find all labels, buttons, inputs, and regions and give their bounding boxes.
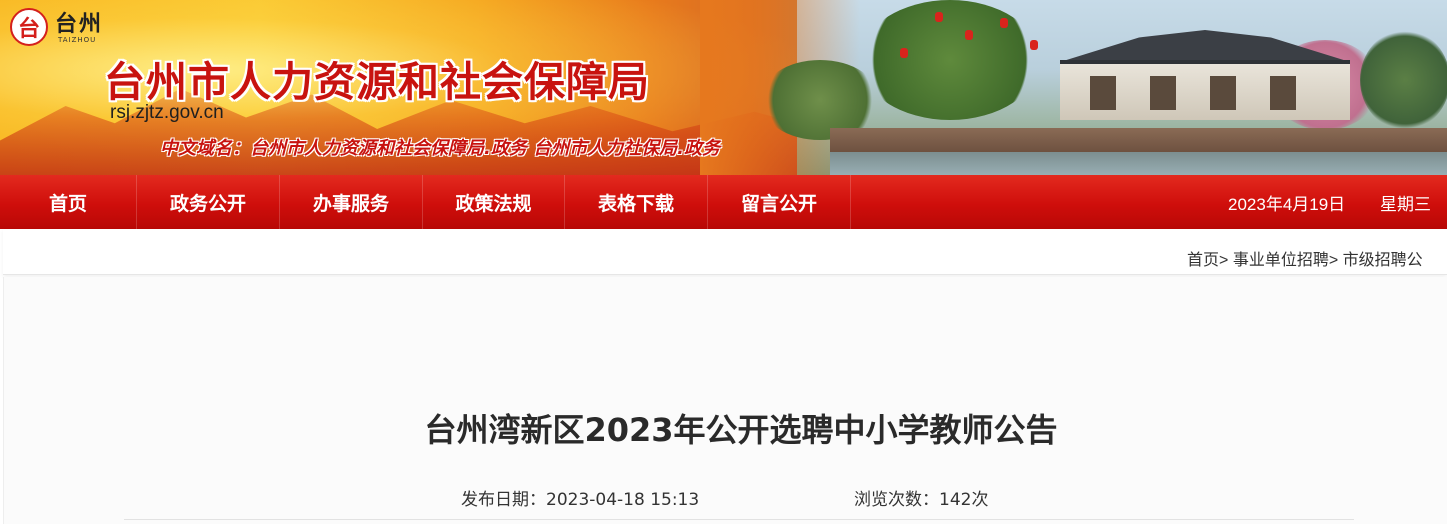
banner-water [830, 152, 1447, 175]
current-date: 2023年4月19日 [1228, 194, 1346, 214]
lantern-decoration [965, 30, 973, 40]
building-wall [1060, 60, 1350, 120]
building-window [1210, 76, 1236, 110]
breadcrumb: 首页> 事业单位招聘> 市级招聘公 [1187, 246, 1423, 270]
building-window [1150, 76, 1176, 110]
lantern-decoration [1000, 18, 1008, 28]
banner-building [1040, 30, 1370, 130]
site-title: 台州市人力资源和社会保障局 [104, 58, 650, 106]
publish-date-label: 发布日期： [461, 490, 546, 510]
lantern-decoration [1030, 40, 1038, 50]
logo-icon[interactable]: 台 [10, 8, 48, 46]
nav-item-messages[interactable]: 留言公开 [708, 175, 851, 229]
breadcrumb-bar: 首页> 事业单位招聘> 市级招聘公 [3, 229, 1447, 275]
publish-date-value: 2023-04-18 15:13 [546, 490, 700, 510]
breadcrumb-home-link[interactable]: 首页 [1187, 252, 1219, 269]
view-count: 浏览次数：142次 [854, 485, 988, 510]
divider [124, 519, 1354, 520]
breadcrumb-city-recruitment-link[interactable]: 市级招聘公 [1343, 252, 1423, 269]
current-weekday: 星期三 [1380, 194, 1431, 214]
lantern-decoration [935, 12, 943, 22]
site-banner: 台 台州 TAIZHOU 台州市人力资源和社会保障局 rsj.zjtz.gov.… [0, 0, 1447, 175]
building-window [1270, 76, 1296, 110]
nav-item-policies[interactable]: 政策法规 [423, 175, 565, 229]
nav-item-home[interactable]: 首页 [0, 175, 137, 229]
article-container: 台州湾新区2023年公开选聘中小学教师公告 发布日期：2023-04-18 15… [3, 277, 1447, 524]
site-url: rsj.zjtz.gov.cn [110, 102, 224, 123]
nav-item-government-affairs[interactable]: 政务公开 [137, 175, 280, 229]
view-count-value: 142次 [939, 490, 989, 510]
main-nav: 首页 政务公开 办事服务 政策法规 表格下载 留言公开 2023年4月19日 星… [0, 175, 1447, 229]
chinese-domain-line: 中文域名：台州市人力资源和社会保障局.政务 台州市人力社保局.政务 [160, 138, 720, 159]
publish-date: 发布日期：2023-04-18 15:13 [461, 485, 699, 510]
logo-text[interactable]: 台州 [55, 6, 103, 38]
article-title: 台州湾新区2023年公开选聘中小学教师公告 [424, 411, 1058, 449]
building-window [1090, 76, 1116, 110]
building-roof [1066, 30, 1344, 60]
banner-pier [830, 128, 1447, 152]
breadcrumb-separator: > [1219, 252, 1229, 269]
view-count-label: 浏览次数： [854, 490, 939, 510]
breadcrumb-recruitment-link[interactable]: 事业单位招聘 [1233, 252, 1329, 269]
lantern-decoration [900, 48, 908, 58]
nav-item-services[interactable]: 办事服务 [280, 175, 423, 229]
nav-item-forms-download[interactable]: 表格下载 [565, 175, 708, 229]
banner-tree [1360, 30, 1447, 130]
logo-subtext: TAIZHOU [58, 36, 97, 44]
breadcrumb-separator: > [1328, 252, 1339, 269]
banner-tree [860, 0, 1040, 120]
